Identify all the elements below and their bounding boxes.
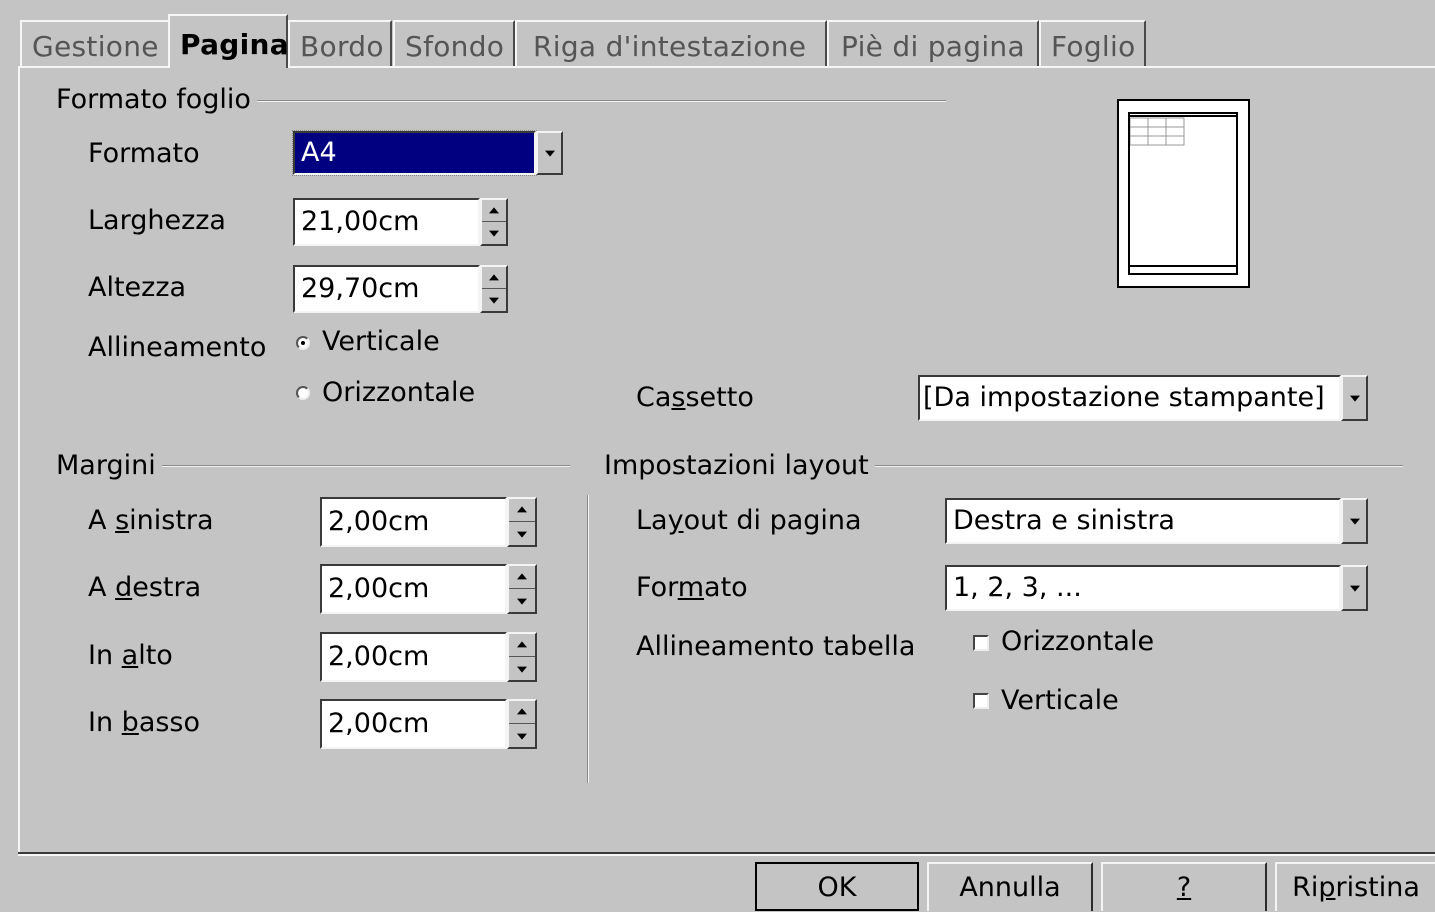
- page-layout-dropdown-button[interactable]: [1341, 498, 1368, 544]
- tab-label: Pagina: [180, 28, 289, 61]
- radio-selected-dot: [301, 341, 305, 345]
- margin-right-spinner[interactable]: [507, 564, 537, 614]
- arrow-down-icon: [517, 598, 527, 605]
- spin-up-button[interactable]: [509, 701, 535, 724]
- height-label: Altezza: [88, 272, 187, 303]
- arrow-up-icon: [517, 573, 527, 580]
- tab-bordo[interactable]: Bordo: [288, 20, 392, 66]
- arrow-down-icon: [517, 531, 527, 538]
- arrow-down-icon: [517, 733, 527, 740]
- spin-up-button[interactable]: [482, 267, 506, 289]
- spin-up-button[interactable]: [509, 634, 535, 657]
- spin-up-button[interactable]: [509, 566, 535, 589]
- chevron-down-icon: [1349, 585, 1360, 592]
- tray-label: Cassetto: [636, 382, 754, 413]
- chevron-down-icon: [544, 150, 555, 157]
- orientation-landscape-radio[interactable]: [296, 386, 310, 400]
- page-layout-combo[interactable]: Destra e sinistra: [945, 498, 1341, 544]
- orientation-portrait-label[interactable]: Verticale: [322, 326, 440, 357]
- tab-pagina[interactable]: Pagina: [168, 14, 289, 68]
- tab-label: Foglio: [1051, 30, 1136, 63]
- chevron-down-icon: [1349, 518, 1360, 525]
- button-area-separator: [18, 852, 1435, 856]
- tab-riga-intestazione[interactable]: Riga d'intestazione: [515, 20, 827, 66]
- paper-format-title: Formato foglio: [56, 84, 257, 115]
- tray-dropdown-button[interactable]: [1341, 375, 1368, 421]
- table-alignment-label: Allineamento tabella: [636, 631, 916, 662]
- tab-label: Sfondo: [405, 30, 505, 63]
- margin-bottom-input[interactable]: 2,00cm: [320, 699, 507, 749]
- arrow-up-icon: [517, 506, 527, 513]
- tray-combo[interactable]: [Da impostazione stampante]: [918, 375, 1341, 421]
- tab-label: Piè di pagina: [841, 30, 1025, 63]
- numbering-format-dropdown-button[interactable]: [1341, 565, 1368, 611]
- reset-button[interactable]: Ripristina: [1275, 862, 1435, 911]
- spin-down-button[interactable]: [509, 589, 535, 612]
- arrow-up-icon: [517, 708, 527, 715]
- width-spinner[interactable]: [480, 198, 508, 246]
- format-label: Formato: [88, 138, 200, 169]
- ok-button[interactable]: OK: [755, 862, 919, 911]
- spin-down-button[interactable]: [482, 222, 506, 244]
- margin-left-label: A sinistra: [88, 505, 214, 536]
- margin-left-spinner[interactable]: [507, 497, 537, 547]
- margin-bottom-label: In basso: [88, 707, 201, 738]
- spin-down-button[interactable]: [509, 657, 535, 680]
- arrow-down-icon: [489, 230, 499, 237]
- layout-settings-title: Impostazioni layout: [604, 450, 875, 481]
- chevron-down-icon: [1349, 395, 1360, 402]
- orientation-portrait-radio[interactable]: [296, 336, 310, 350]
- tab-gestione[interactable]: Gestione: [20, 20, 170, 66]
- width-label: Larghezza: [88, 205, 226, 236]
- margin-right-label: A destra: [88, 572, 202, 603]
- spin-down-button[interactable]: [509, 522, 535, 545]
- margin-left-input[interactable]: 2,00cm: [320, 497, 507, 547]
- format-combo[interactable]: A4: [292, 130, 537, 176]
- table-align-vertical-label[interactable]: Verticale: [1001, 685, 1119, 716]
- margin-bottom-spinner[interactable]: [507, 699, 537, 749]
- arrow-up-icon: [489, 206, 499, 213]
- spin-up-button[interactable]: [482, 200, 506, 222]
- table-align-horizontal-checkbox[interactable]: [973, 635, 989, 651]
- margin-top-label: In alto: [88, 640, 173, 671]
- page-preview-sheet: [1128, 112, 1238, 275]
- orientation-label: Allineamento: [88, 332, 267, 363]
- format-dropdown-button[interactable]: [536, 131, 563, 175]
- height-input[interactable]: 29,70cm: [293, 265, 480, 313]
- help-button-label: ?: [1176, 872, 1192, 903]
- spin-down-button[interactable]: [482, 289, 506, 311]
- arrow-down-icon: [489, 297, 499, 304]
- arrow-up-icon: [489, 273, 499, 280]
- margin-top-input[interactable]: 2,00cm: [320, 632, 507, 682]
- page-layout-label: Layout di pagina: [636, 505, 862, 536]
- margins-title: Margini: [56, 450, 162, 481]
- tab-pie-di-pagina[interactable]: Piè di pagina: [827, 20, 1039, 66]
- tab-foglio[interactable]: Foglio: [1039, 20, 1146, 66]
- cancel-button[interactable]: Annulla: [927, 862, 1093, 911]
- table-align-vertical-checkbox[interactable]: [973, 693, 989, 709]
- help-button[interactable]: ?: [1101, 862, 1267, 911]
- arrow-down-icon: [517, 666, 527, 673]
- tab-label: Gestione: [32, 30, 159, 63]
- section-divider: [587, 495, 589, 783]
- numbering-format-label: Formato: [636, 572, 748, 603]
- margin-right-input[interactable]: 2,00cm: [320, 564, 507, 614]
- spin-down-button[interactable]: [509, 724, 535, 747]
- height-spinner[interactable]: [480, 265, 508, 313]
- orientation-landscape-label[interactable]: Orizzontale: [322, 377, 475, 408]
- page-preview: [1117, 99, 1250, 288]
- width-input[interactable]: 21,00cm: [293, 198, 480, 246]
- arrow-up-icon: [517, 641, 527, 648]
- tab-label: Bordo: [300, 30, 384, 63]
- tab-sfondo[interactable]: Sfondo: [393, 20, 515, 66]
- table-align-horizontal-label[interactable]: Orizzontale: [1001, 626, 1154, 657]
- tab-label: Riga d'intestazione: [533, 30, 807, 63]
- page-preview-icon: [1130, 115, 1236, 267]
- spin-up-button[interactable]: [509, 499, 535, 522]
- margin-top-spinner[interactable]: [507, 632, 537, 682]
- numbering-format-combo[interactable]: 1, 2, 3, ...: [945, 565, 1341, 611]
